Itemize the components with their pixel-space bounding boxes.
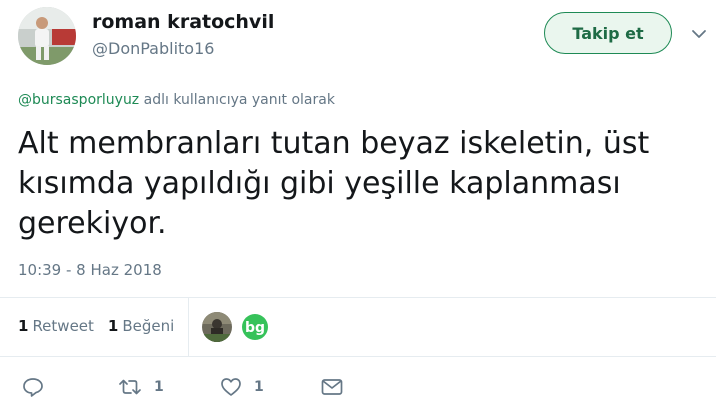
tweet-text-line: kısımda yapıldığı gibi yeşille kaplanmas…	[18, 166, 621, 201]
author-block[interactable]: roman kratochvil @DonPablito16	[92, 10, 274, 60]
like-count: 1	[254, 379, 264, 395]
retweet-icon	[118, 376, 142, 398]
liker-avatars: bg	[202, 312, 278, 342]
retweet-count: 1	[154, 379, 164, 395]
tweet-card: roman kratochvil @DonPablito16 Takip et …	[0, 0, 716, 416]
divider	[0, 297, 716, 298]
reply-icon	[22, 376, 44, 398]
author-screen-name[interactable]: @DonPablito16	[92, 38, 274, 60]
like-button[interactable]: 1	[220, 374, 264, 400]
liker-avatar-bg-logo[interactable]: bg	[240, 312, 270, 342]
follow-button[interactable]: Takip et	[544, 12, 672, 54]
stats-separator	[188, 298, 189, 356]
tweet-timestamp[interactable]: 10:39 - 8 Haz 2018	[18, 261, 162, 279]
retweet-stat-count: 1	[18, 317, 29, 335]
svg-text:bg: bg	[245, 320, 265, 336]
like-stat-count: 1	[107, 317, 119, 335]
author-avatar[interactable]	[18, 7, 76, 65]
retweet-stat-label: Retweet	[32, 317, 94, 335]
tweet-text-line: Alt membranları tutan beyaz iskeletin, ü…	[18, 126, 650, 161]
like-stat-label: Beğeni	[122, 317, 175, 335]
reply-mention-link[interactable]: @bursasporluyuz	[18, 92, 139, 108]
reply-context-label: adlı kullanıcıya yanıt olarak	[143, 92, 335, 108]
reply-context: @bursasporluyuz adlı kullanıcıya yanıt o…	[18, 92, 335, 108]
direct-message-button[interactable]	[320, 374, 344, 400]
reply-button[interactable]	[22, 374, 44, 400]
like-stat[interactable]: 1 Beğeni	[108, 317, 174, 335]
liker-avatar-photo[interactable]	[202, 312, 232, 342]
author-display-name[interactable]: roman kratochvil	[92, 10, 274, 34]
tweet-text: Alt membranları tutan beyaz iskeletin, ü…	[18, 124, 698, 244]
heart-icon	[220, 376, 242, 398]
tweet-text-line: gerekiyor.	[18, 206, 167, 241]
tweet-stats: 1 Retweet 1 Beğeni	[18, 317, 188, 335]
chevron-down-icon[interactable]	[690, 26, 708, 40]
retweet-stat[interactable]: 1 Retweet	[18, 317, 94, 335]
divider	[0, 356, 716, 357]
envelope-icon	[320, 376, 344, 398]
retweet-button[interactable]: 1	[118, 374, 164, 400]
